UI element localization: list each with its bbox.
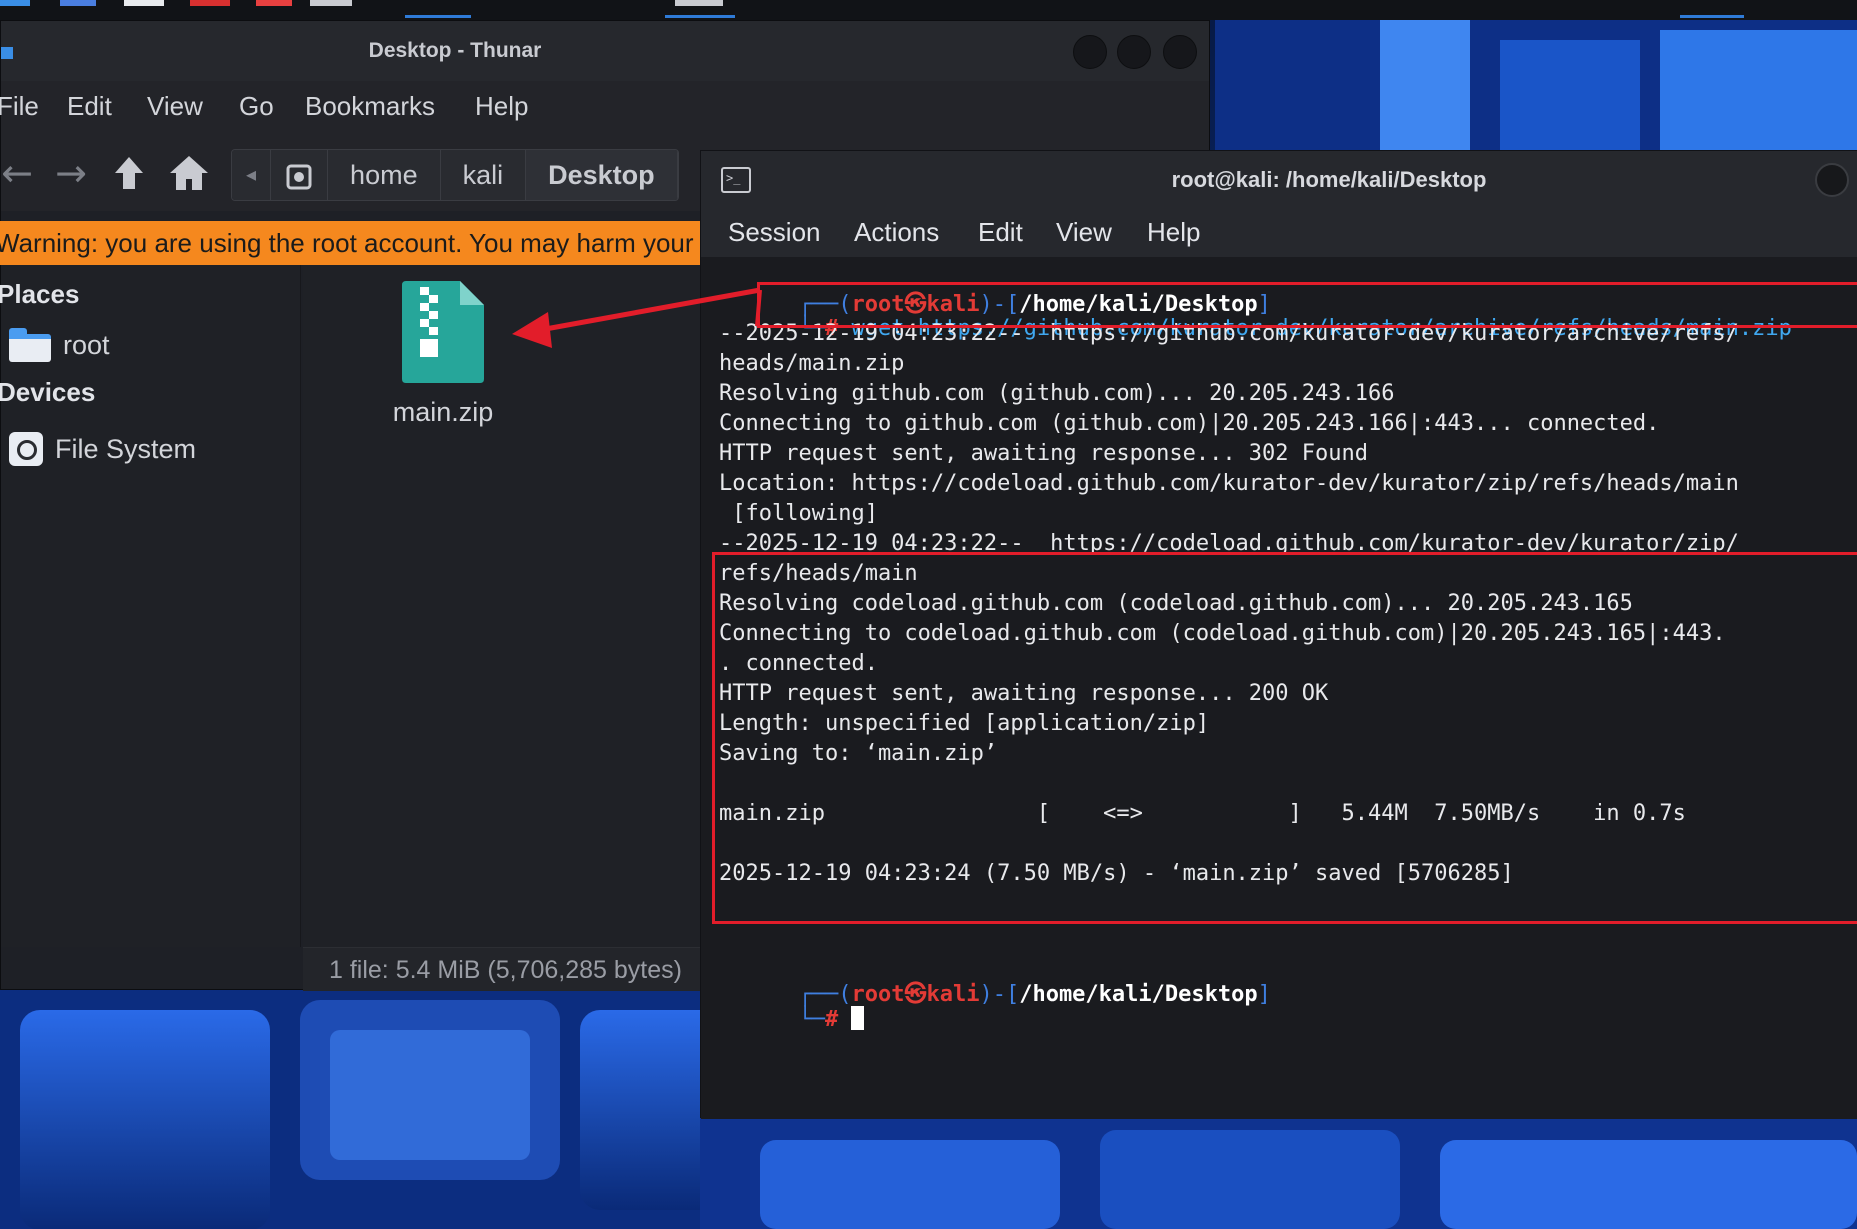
sidebar-item-label: File System — [55, 433, 197, 464]
output-line: Location: https://codeload.github.com/ku… — [719, 471, 1739, 496]
panel-launcher-icon[interactable] — [124, 0, 164, 6]
output-line: Connecting to github.com (github.com)|20… — [719, 411, 1660, 436]
terminal-menubar: Session Actions Edit View Help — [701, 207, 1857, 257]
menu-view[interactable]: View — [147, 91, 203, 122]
panel-launcher-icon[interactable] — [60, 0, 96, 6]
output-line: heads/main.zip — [719, 351, 905, 376]
menu-file[interactable]: File — [0, 91, 39, 122]
panel-launcher-icon[interactable] — [190, 0, 230, 6]
menu-help[interactable]: Help — [475, 91, 528, 122]
output-line: HTTP request sent, awaiting response... … — [719, 441, 1369, 466]
command-highlight-box — [757, 282, 1857, 328]
forward-arrow-icon[interactable]: → — [49, 151, 93, 195]
menu-actions[interactable]: Actions — [854, 217, 939, 248]
terminal-titlebar[interactable]: >_ root@kali: /home/kali/Desktop — [701, 151, 1857, 207]
menu-bookmarks[interactable]: Bookmarks — [305, 91, 435, 122]
thunar-menubar: File Edit View Go Bookmarks Help — [0, 81, 1209, 131]
panel-task-icon[interactable] — [675, 0, 723, 6]
up-arrow-icon[interactable] — [107, 151, 151, 195]
file-name: main.zip — [392, 397, 494, 427]
drive-icon — [9, 432, 43, 466]
terminal-window-title: root@kali: /home/kali/Desktop — [1171, 167, 1487, 192]
zip-archive-icon — [402, 281, 484, 383]
text-cursor — [851, 1006, 865, 1030]
sidebar-item-file-system[interactable]: File System — [9, 427, 196, 471]
drive-path-icon[interactable] — [271, 150, 329, 200]
thunar-titlebar[interactable]: Desktop - Thunar — [1, 21, 1209, 81]
input-line[interactable]: └─# — [719, 981, 865, 1057]
menu-help[interactable]: Help — [1147, 217, 1200, 248]
path-segment-home[interactable]: home — [328, 150, 441, 200]
output-line: Resolving github.com (github.com)... 20.… — [719, 381, 1395, 406]
menu-view[interactable]: View — [1056, 217, 1112, 248]
file-item[interactable]: main.zip — [373, 281, 513, 428]
top-panel — [0, 0, 1857, 20]
maximize-button[interactable] — [1117, 35, 1151, 69]
menu-edit[interactable]: Edit — [978, 217, 1023, 248]
sidebar-item-label: root — [63, 329, 110, 360]
menu-edit[interactable]: Edit — [67, 91, 112, 122]
path-bar: ◂ home kali Desktop — [231, 149, 679, 201]
minimize-button[interactable] — [1073, 35, 1107, 69]
folder-icon — [9, 328, 51, 362]
close-button[interactable] — [1815, 163, 1849, 197]
menu-session[interactable]: Session — [728, 217, 821, 248]
back-arrow-icon[interactable]: ← — [0, 151, 39, 195]
home-icon[interactable] — [167, 151, 211, 195]
chevron-left-icon[interactable]: ◂ — [232, 150, 272, 200]
sidebar-item-root[interactable]: root — [9, 323, 110, 367]
close-button[interactable] — [1163, 35, 1197, 69]
path-segment-kali[interactable]: kali — [440, 150, 527, 200]
menu-go[interactable]: Go — [239, 91, 274, 122]
output-line: [following] — [719, 501, 878, 526]
panel-launcher-icon[interactable] — [256, 0, 292, 6]
thunar-window-title: Desktop - Thunar — [368, 39, 542, 62]
panel-launcher-icon[interactable] — [0, 0, 30, 6]
panel-task-indicator — [1680, 15, 1744, 18]
path-segment-desktop[interactable]: Desktop — [526, 150, 678, 200]
thunar-sidebar: Places root Devices File System — [0, 265, 301, 947]
panel-launcher-icon[interactable] — [310, 0, 352, 6]
panel-task-indicator — [665, 15, 735, 18]
places-heading: Places — [0, 279, 80, 309]
download-highlight-box — [712, 552, 1857, 924]
panel-task-indicator — [405, 15, 471, 18]
devices-heading: Devices — [0, 377, 96, 407]
